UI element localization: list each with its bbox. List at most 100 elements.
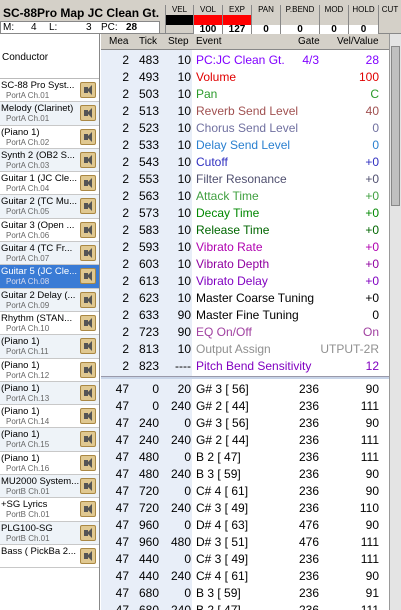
event-row[interactable]: 2 623 10 Master Coarse Tuning +0	[101, 290, 389, 307]
track-item[interactable]: Synth 2 (OB2 S... PortA Ch.03	[0, 148, 99, 173]
event-row[interactable]: 2 493 10 Volume 100	[101, 69, 389, 86]
speaker-icon[interactable]	[80, 105, 96, 122]
speaker-icon[interactable]	[80, 524, 96, 541]
event-step: 480	[170, 535, 191, 549]
speaker-icon[interactable]	[80, 361, 96, 378]
track-item[interactable]: (Piano 1) PortA Ch.14	[0, 405, 99, 429]
event-name: Vibrato Depth	[196, 257, 270, 271]
event-name: Vibrato Rate	[196, 240, 263, 254]
meter-label: VEL	[166, 5, 193, 14]
speaker-icon[interactable]	[80, 175, 96, 192]
col-tick[interactable]: Tick	[139, 36, 157, 47]
event-row[interactable]: 2 603 10 Vibrato Depth +0	[101, 256, 389, 273]
speaker-icon[interactable]	[80, 501, 96, 518]
track-item[interactable]: (Piano 1) PortA Ch.11	[0, 335, 99, 359]
speaker-icon[interactable]	[80, 454, 96, 471]
track-item[interactable]: MU2000 System... PortB Ch.01	[0, 475, 99, 499]
speaker-icon[interactable]	[80, 198, 96, 215]
event-row[interactable]: 2 523 10 Chorus Send Level 0	[101, 120, 389, 137]
speaker-icon[interactable]	[80, 408, 96, 425]
event-row[interactable]: 47 440 0 C# 3 [ 49] 236 111	[101, 551, 389, 568]
event-row[interactable]: 2 583 10 Release Time +0	[101, 222, 389, 239]
event-row[interactable]: 47 240 0 G# 3 [ 56] 236 90	[101, 415, 389, 432]
event-row[interactable]: 47 680 0 B 3 [ 59] 236 91	[101, 585, 389, 602]
col-gate[interactable]: Gate	[298, 36, 320, 47]
event-value: 111	[360, 603, 379, 610]
event-tick: 503	[138, 87, 159, 101]
speaker-icon[interactable]	[80, 268, 96, 285]
track-item[interactable]: Guitar 3 (Open ... PortA Ch.06	[0, 218, 99, 243]
track-item[interactable]: PLG100-SG PortB Ch.01	[0, 521, 99, 545]
event-row[interactable]: 2 513 10 Reverb Send Level 40	[101, 103, 389, 120]
speaker-icon[interactable]	[80, 128, 96, 145]
speaker-icon[interactable]	[80, 82, 96, 98]
speaker-icon[interactable]	[80, 547, 96, 564]
track-item[interactable]: Rhythm (STAN... PortA Ch.10	[0, 311, 99, 336]
event-measure: 47	[115, 450, 129, 464]
event-row[interactable]: 2 573 10 Decay Time +0	[101, 205, 389, 222]
speaker-icon[interactable]	[80, 384, 96, 401]
event-row[interactable]: 2 723 90 EQ On/Off On	[101, 324, 389, 341]
track-item[interactable]: Guitar 2 (TC Mu... PortA Ch.05	[0, 195, 99, 219]
event-row[interactable]: 47 240 240 G# 2 [ 44] 236 111	[101, 432, 389, 449]
track-item[interactable]: Bass ( PickBa 2...	[0, 544, 99, 569]
event-row[interactable]: 47 960 480 D# 3 [ 51] 476 111	[101, 534, 389, 551]
track-item[interactable]: Guitar 5 (JC Cle... PortA Ch.08	[0, 265, 99, 289]
track-item[interactable]: Guitar 4 (TC Fr... PortA Ch.07	[0, 242, 99, 266]
event-row[interactable]: 2 563 10 Attack Time +0	[101, 188, 389, 205]
event-row[interactable]: 47 720 0 C# 4 [ 61] 236 90	[101, 483, 389, 500]
track-item[interactable]: +SG Lyrics PortB Ch.01	[0, 498, 99, 522]
speaker-icon[interactable]	[80, 314, 96, 331]
event-row[interactable]: 2 483 10 PC:JC Clean Gt. 4/3 28	[101, 52, 389, 69]
event-name: Pitch Bend Sensitivity	[196, 359, 312, 373]
event-row[interactable]: 47 480 240 B 3 [ 59] 236 90	[101, 466, 389, 483]
event-list[interactable]: Mea Tick Step Event Gate Vel/Value 2 483 1…	[101, 34, 389, 610]
speaker-icon[interactable]	[80, 245, 96, 262]
event-name: Chorus Send Level	[196, 121, 299, 135]
event-row[interactable]: 2 533 10 Delay Send Level 0	[101, 137, 389, 154]
event-row[interactable]: 2 613 10 Vibrato Delay +0	[101, 273, 389, 290]
speaker-icon[interactable]	[80, 431, 96, 448]
event-row[interactable]: 47 720 240 C# 3 [ 49] 236 110	[101, 500, 389, 517]
speaker-icon[interactable]	[80, 291, 96, 308]
speaker-icon[interactable]	[80, 338, 96, 355]
track-item[interactable]: (Piano 1) PortA Ch.02	[0, 125, 99, 149]
track-item[interactable]: SC-88 Pro Syst... PortA Ch.01	[0, 79, 99, 103]
event-row[interactable]: 47 0 20 G# 3 [ 56] 236 90	[101, 381, 389, 398]
track-item[interactable]: Guitar 1 (JC Cle... PortA Ch.04	[0, 172, 99, 196]
speaker-icon[interactable]	[80, 221, 96, 238]
track-item[interactable]: (Piano 1) PortA Ch.16	[0, 451, 99, 476]
event-row[interactable]: 2 633 90 Master Fine Tuning 0	[101, 307, 389, 324]
col-step[interactable]: Step	[168, 36, 189, 47]
event-row[interactable]: 47 680 240 B 2 [ 47] 236 111	[101, 602, 389, 610]
event-gate: 236	[298, 399, 319, 413]
event-value: UTPUT-2R	[320, 342, 379, 356]
track-item[interactable]: Melody (Clarinet) PortA Ch.01	[0, 102, 99, 126]
event-row[interactable]: 2 553 10 Filter Resonance +0	[101, 171, 389, 188]
track-item[interactable]: Guitar 2 Delay (... PortA Ch.09	[0, 288, 99, 312]
event-row[interactable]: 47 960 0 D# 4 [ 63] 476 90	[101, 517, 389, 534]
speaker-icon[interactable]	[80, 151, 96, 168]
event-row[interactable]: 2 813 10 Output Assign UTPUT-2R	[101, 341, 389, 358]
track-item[interactable]: (Piano 1) PortA Ch.13	[0, 381, 99, 406]
scrollbar-thumb[interactable]	[391, 46, 400, 206]
track-item[interactable]: (Piano 1) PortA Ch.15	[0, 428, 99, 452]
track-item[interactable]: (Piano 1) PortA Ch.12	[0, 358, 99, 382]
col-vel[interactable]: Vel/Value	[337, 36, 379, 47]
event-row[interactable]: 2 503 10 Pan C	[101, 86, 389, 103]
col-mea[interactable]: Mea	[109, 36, 128, 47]
event-row[interactable]: 2 543 10 Cutoff +0	[101, 154, 389, 171]
speaker-icon[interactable]	[80, 478, 96, 495]
vertical-scrollbar[interactable]	[389, 34, 401, 610]
col-event[interactable]: Event	[196, 36, 222, 47]
event-row[interactable]: 47 440 240 C# 4 [ 61] 236 90	[101, 568, 389, 585]
event-measure: 47	[115, 382, 129, 396]
track-list[interactable]: Conductor SC-88 Pro Syst... PortA Ch.01 Me…	[0, 34, 100, 610]
event-row[interactable]: 2 593 10 Vibrato Rate +0	[101, 239, 389, 256]
event-step: 10	[177, 257, 191, 271]
event-row[interactable]: 47 480 0 B 2 [ 47] 236 111	[101, 449, 389, 466]
loop-value: 3	[86, 22, 92, 33]
event-row[interactable]: 2 823 ---- Pitch Bend Sensitivity 12	[101, 358, 389, 375]
conductor-track[interactable]: Conductor	[0, 34, 99, 79]
event-row[interactable]: 47 0 240 G# 2 [ 44] 236 111	[101, 398, 389, 415]
